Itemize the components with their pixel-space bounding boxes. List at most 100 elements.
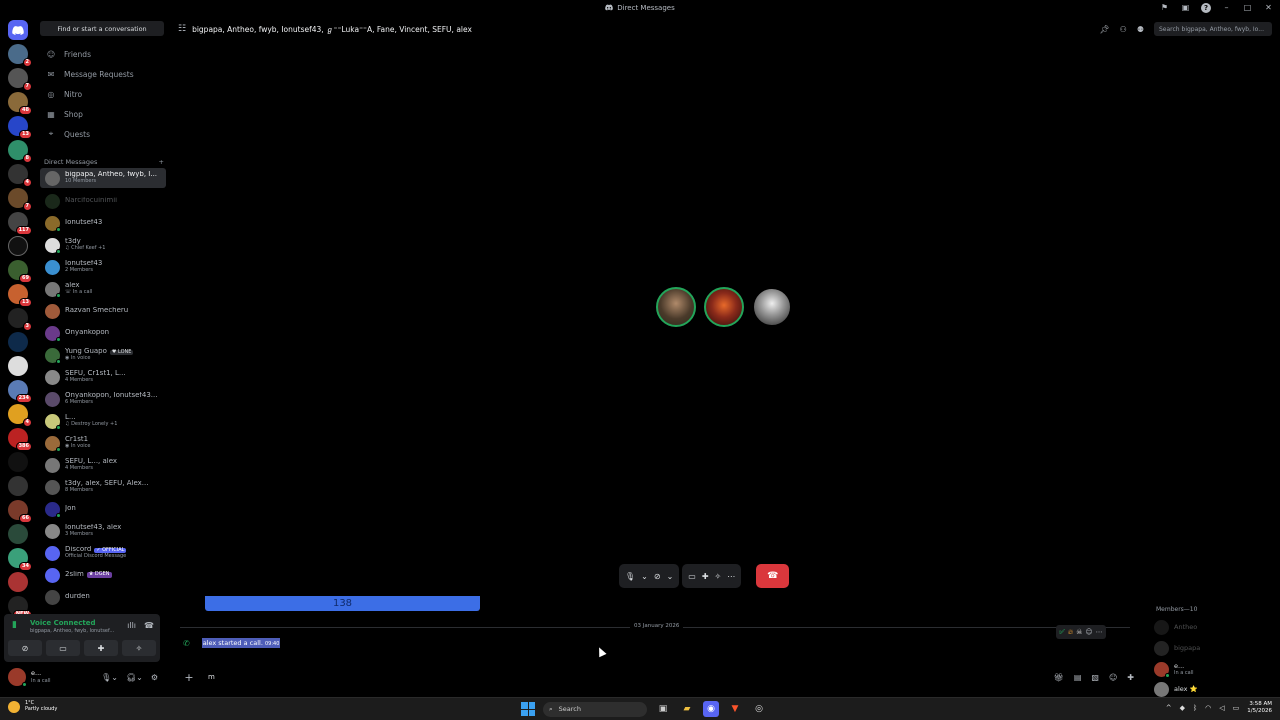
fire-reaction-icon[interactable]: 🔥︎ xyxy=(1068,628,1073,637)
taskbar-search[interactable]: ⌕ Search xyxy=(543,701,647,717)
member-item[interactable]: e... In a call xyxy=(1154,662,1193,678)
skull-reaction-icon[interactable]: ☠ xyxy=(1076,628,1082,636)
server-icon[interactable]: 234 xyxy=(8,380,32,403)
chevron-down-icon[interactable]: ⌄ xyxy=(641,572,648,581)
server-icon[interactable] xyxy=(8,524,28,544)
more-options-icon[interactable]: ⋯ xyxy=(727,572,735,581)
microphone-icon[interactable]: 🎙︎⌄ xyxy=(101,673,118,682)
volume-icon[interactable]: ◁ xyxy=(1219,704,1224,712)
server-icon[interactable]: 3 xyxy=(8,308,32,331)
screen-share-button[interactable]: ▭ xyxy=(46,640,80,656)
apps-icon[interactable]: ✚ xyxy=(1127,673,1134,682)
help-icon[interactable]: ? xyxy=(1201,2,1211,13)
battery-icon[interactable]: ▭ xyxy=(1233,704,1240,712)
gift-icon[interactable]: 🎁︎ xyxy=(1054,673,1064,682)
server-icon[interactable]: 8 xyxy=(8,140,32,163)
discord-app-icon[interactable]: ◉ xyxy=(703,701,719,717)
dm-item[interactable]: t3dy ♫ Chief Keef +1 xyxy=(40,235,166,255)
server-icon[interactable]: 13 xyxy=(8,284,32,307)
server-icon[interactable] xyxy=(8,452,28,472)
add-reaction-icon[interactable]: ☺ xyxy=(1085,628,1092,636)
dm-item[interactable]: Ionutsef43, alex 3 Members xyxy=(40,521,166,541)
inbox-icon[interactable]: ▣ xyxy=(1180,2,1191,13)
dm-item[interactable]: t3dy, alex, SEFU, Alex... 8 Members xyxy=(40,477,166,497)
location-icon[interactable]: ◆ xyxy=(1180,704,1185,712)
gif-icon[interactable]: ▤ xyxy=(1074,673,1082,682)
message-composer[interactable]: + m 🎁︎ ▤ ▧ ☺ ✚ xyxy=(178,666,1142,688)
dm-item[interactable]: Cr1st1 ◉ In voice xyxy=(40,433,166,453)
screen-share-icon[interactable]: ▭ xyxy=(688,572,696,581)
activities-button[interactable]: ✚ xyxy=(84,640,118,656)
soundboard-icon[interactable]: ✧ xyxy=(715,572,722,581)
dm-item[interactable]: 2slim ♛ DGEN xyxy=(40,565,166,585)
server-icon[interactable] xyxy=(8,572,28,592)
server-icon[interactable] xyxy=(8,476,28,496)
participant-tile[interactable] xyxy=(704,287,744,327)
member-item[interactable]: bigpapa xyxy=(1154,641,1200,656)
server-icon[interactable] xyxy=(8,236,28,256)
member-list-icon[interactable]: ⚉ xyxy=(1137,25,1144,34)
nav-friends[interactable]: ☺ Friends xyxy=(42,46,164,62)
more-options-icon[interactable]: ⋯ xyxy=(1096,628,1103,636)
camera-off-icon[interactable]: ⊘ xyxy=(654,572,661,581)
dm-item[interactable]: alex ☏ In a call xyxy=(40,279,166,299)
close-icon[interactable]: ✕ xyxy=(1263,2,1274,13)
weather-widget[interactable]: 1°C Partly cloudy xyxy=(8,700,57,713)
server-icon[interactable]: 386 xyxy=(8,428,32,451)
soundboard-button[interactable]: ✧ xyxy=(122,640,156,656)
noise-suppression-icon[interactable]: ıllı xyxy=(127,621,136,630)
voice-status[interactable]: Voice Connected xyxy=(30,619,96,627)
server-icon[interactable]: NEW xyxy=(8,596,32,619)
settings-gear-icon[interactable]: ⚙ xyxy=(151,673,158,682)
user-avatar[interactable] xyxy=(8,668,27,687)
server-icon[interactable]: 7 xyxy=(8,188,32,211)
check-reaction-icon[interactable]: ✅︎ xyxy=(1059,628,1065,637)
participant-tile[interactable] xyxy=(752,287,792,327)
add-members-icon[interactable]: ⚇ xyxy=(1120,25,1127,34)
disconnect-icon[interactable]: ☎ xyxy=(144,621,154,630)
dm-item[interactable]: Onyankopon xyxy=(40,323,166,343)
member-item[interactable]: Antheo xyxy=(1154,620,1197,635)
camera-off-button[interactable]: ⊘ xyxy=(8,640,42,656)
dm-item[interactable]: Jon xyxy=(40,499,166,519)
activities-icon[interactable]: ✚ xyxy=(702,572,709,581)
member-item[interactable]: alex ⭐ xyxy=(1154,682,1198,697)
message-input[interactable]: m xyxy=(208,673,215,681)
server-icon[interactable]: 2 xyxy=(8,44,32,67)
windows-start-icon[interactable] xyxy=(521,702,535,716)
server-icon[interactable] xyxy=(8,356,28,376)
dm-item[interactable]: Onyankopon, Ionutsef43... 6 Members xyxy=(40,389,166,409)
server-icon[interactable] xyxy=(8,332,28,352)
maximize-icon[interactable]: □ xyxy=(1242,2,1253,13)
brave-browser-icon[interactable]: ▼ xyxy=(727,701,743,717)
disconnect-call-button[interactable]: ☎ xyxy=(756,564,790,588)
minimize-icon[interactable]: – xyxy=(1221,2,1232,13)
task-view-icon[interactable]: ▣ xyxy=(655,701,671,717)
dm-item[interactable]: L... ♫ Destroy Lonely +1 xyxy=(40,411,166,431)
dm-item[interactable]: Narcifocuinimii xyxy=(40,191,166,211)
server-icon[interactable]: 66 xyxy=(8,500,32,523)
dm-item[interactable]: Ionutsef43 2 Members xyxy=(40,257,166,277)
sticker-icon[interactable]: ▧ xyxy=(1091,673,1099,682)
nav-message-requests[interactable]: ✉ Message Requests xyxy=(42,66,164,82)
server-icon[interactable]: 69 xyxy=(8,260,32,283)
emoji-icon[interactable]: ☺ xyxy=(1109,673,1117,682)
mute-control[interactable]: 🎙︎ ⌄ ⊘ ⌄ xyxy=(619,564,680,588)
create-dm-button[interactable]: + xyxy=(159,158,164,166)
clock[interactable]: 3:58 AM 1/5/2026 xyxy=(1247,701,1272,715)
headphones-icon[interactable]: 🎧︎⌄ xyxy=(126,673,143,682)
microphone-icon[interactable]: 🎙︎ xyxy=(625,572,635,581)
dm-item[interactable]: bigpapa, Antheo, fwyb, I... 10 Members xyxy=(40,168,166,188)
dm-item[interactable]: durden xyxy=(40,587,166,607)
steam-icon[interactable]: ◎ xyxy=(751,701,767,717)
nav-shop[interactable]: ▦ Shop xyxy=(42,106,164,122)
dm-item[interactable]: SEFU, Cr1st1, L... 4 Members xyxy=(40,367,166,387)
nav-quests[interactable]: ⌖ Quests xyxy=(42,126,164,142)
dm-item[interactable]: Discord ✓ OFFICIAL Official Discord Messag… xyxy=(40,543,166,563)
search-input[interactable]: Search bigpapa, Antheo, fwyb, Io... xyxy=(1154,22,1272,36)
dm-item[interactable]: Ionutsef43 xyxy=(40,213,166,233)
pin-icon[interactable]: 📌︎ xyxy=(1100,25,1110,34)
system-message[interactable]: ✆ alex started a call. 09:40 xyxy=(183,638,281,648)
participant-tile[interactable] xyxy=(656,287,696,327)
voice-channel[interactable]: bigpapa, Antheo, fwyb, Ionutsef... xyxy=(30,628,120,634)
